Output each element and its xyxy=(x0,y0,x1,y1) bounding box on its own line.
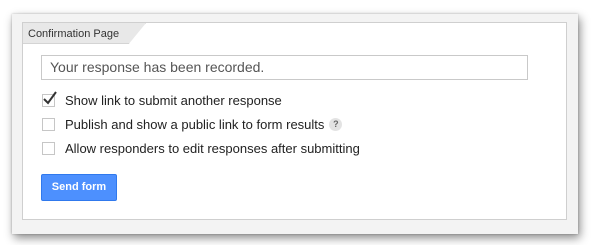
option-publish-results[interactable]: Publish and show a public link to form r… xyxy=(42,116,343,132)
option-label: Show link to submit another response xyxy=(65,92,282,108)
confirmation-message-input[interactable] xyxy=(41,55,528,80)
show-link-checkbox[interactable] xyxy=(42,90,57,107)
section-tab: Confirmation Page xyxy=(23,23,146,44)
publish-results-checkbox[interactable] xyxy=(42,117,55,131)
option-allow-edit[interactable]: Allow responders to edit responses after… xyxy=(42,140,360,156)
option-show-submit-link[interactable]: Show link to submit another response xyxy=(42,90,282,108)
option-label: Publish and show a public link to form r… xyxy=(65,116,325,132)
allow-edit-checkbox[interactable] xyxy=(42,141,55,155)
confirmation-page-panel: Confirmation Page Show link to submit an… xyxy=(22,22,567,220)
send-form-button[interactable]: Send form xyxy=(41,174,117,201)
section-tab-title: Confirmation Page xyxy=(28,28,120,40)
option-label: Allow responders to edit responses after… xyxy=(65,140,360,156)
question-icon[interactable]: ? xyxy=(329,117,343,131)
checkmark-icon xyxy=(43,90,57,105)
